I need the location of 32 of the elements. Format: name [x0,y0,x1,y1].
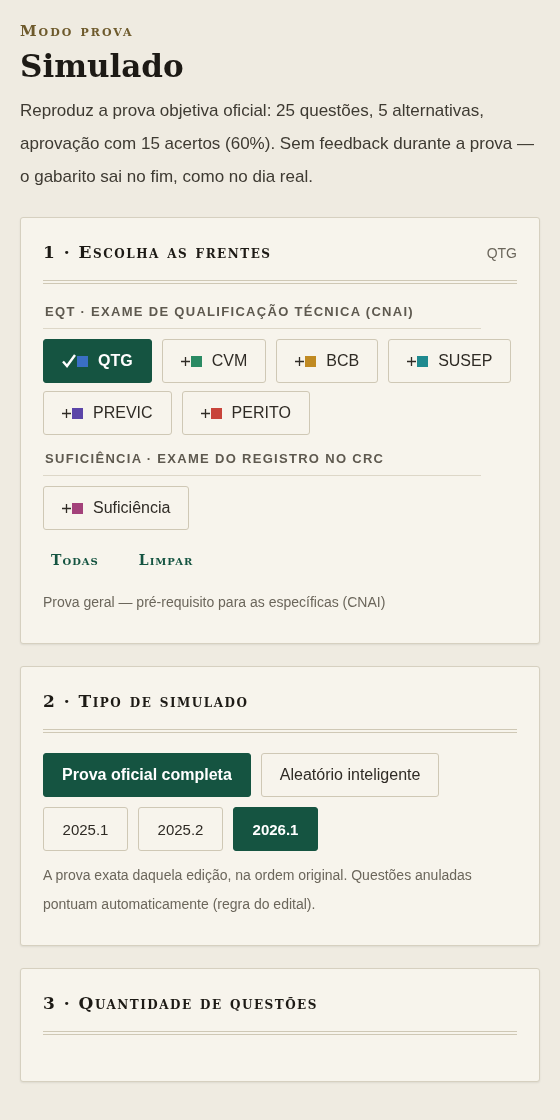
plus-icon [180,356,190,366]
plus-icon [62,503,71,513]
text-link[interactable]: Todas [51,552,99,568]
selection-summary: QTG [486,245,517,261]
eyebrow-label: Modo prova [20,22,135,40]
plus-icon [200,408,210,418]
group-label: EQT · EXAME DE QUALIFICAÇÃO TÉCNICA (CNAI) [43,304,481,329]
exam-chip[interactable]: SUSEP [388,339,512,383]
page-title: Simulado [20,48,185,84]
section-title: 3 · Quantidade de questões [43,993,318,1013]
help-note: A prova exata daquela edição, na ordem original. Questões anuladas pontuam automaticamente (regra do edital). [43,866,473,914]
exam-chip[interactable]: PERITO [181,391,310,435]
help-note: Prova geral — pré-requisito para as específicas (CNAI) [43,593,387,612]
plus-icon [62,408,71,418]
page-description: Reproduz a prova objetiva oficial: 25 questões, 5 alternativas, aprovação com 15 acertos (60%). Sem feedback durante a prova — o gabarito sai no fim, como no dia real. [20,100,536,188]
check-icon [62,354,76,368]
exam-chip[interactable]: BCB [276,339,379,383]
group-label: SUFICIÊNCIA · EXAME DO REGISTRO NO CRC [43,451,481,476]
exam-chip[interactable]: Suficiência [43,486,190,530]
exam-chip[interactable]: PREVIC [43,391,172,435]
text-link[interactable]: Limpar [138,552,194,568]
section-title: 2 · Tipo de simulado [43,691,249,711]
section-title: 1 · Escolha as frentes [43,242,272,262]
mode-option[interactable]: Prova oficial completa [43,753,251,797]
mode-option[interactable]: Aleatório inteligente [260,753,440,797]
plus-icon [295,356,305,366]
edition-option[interactable]: 2026.1 [233,807,318,851]
edition-option[interactable]: 2025.2 [138,807,223,851]
exam-chip[interactable]: CVM [161,339,267,383]
edition-option[interactable]: 2025.1 [43,807,128,851]
exam-chip[interactable]: QTG [43,339,152,383]
plus-icon [407,356,417,366]
